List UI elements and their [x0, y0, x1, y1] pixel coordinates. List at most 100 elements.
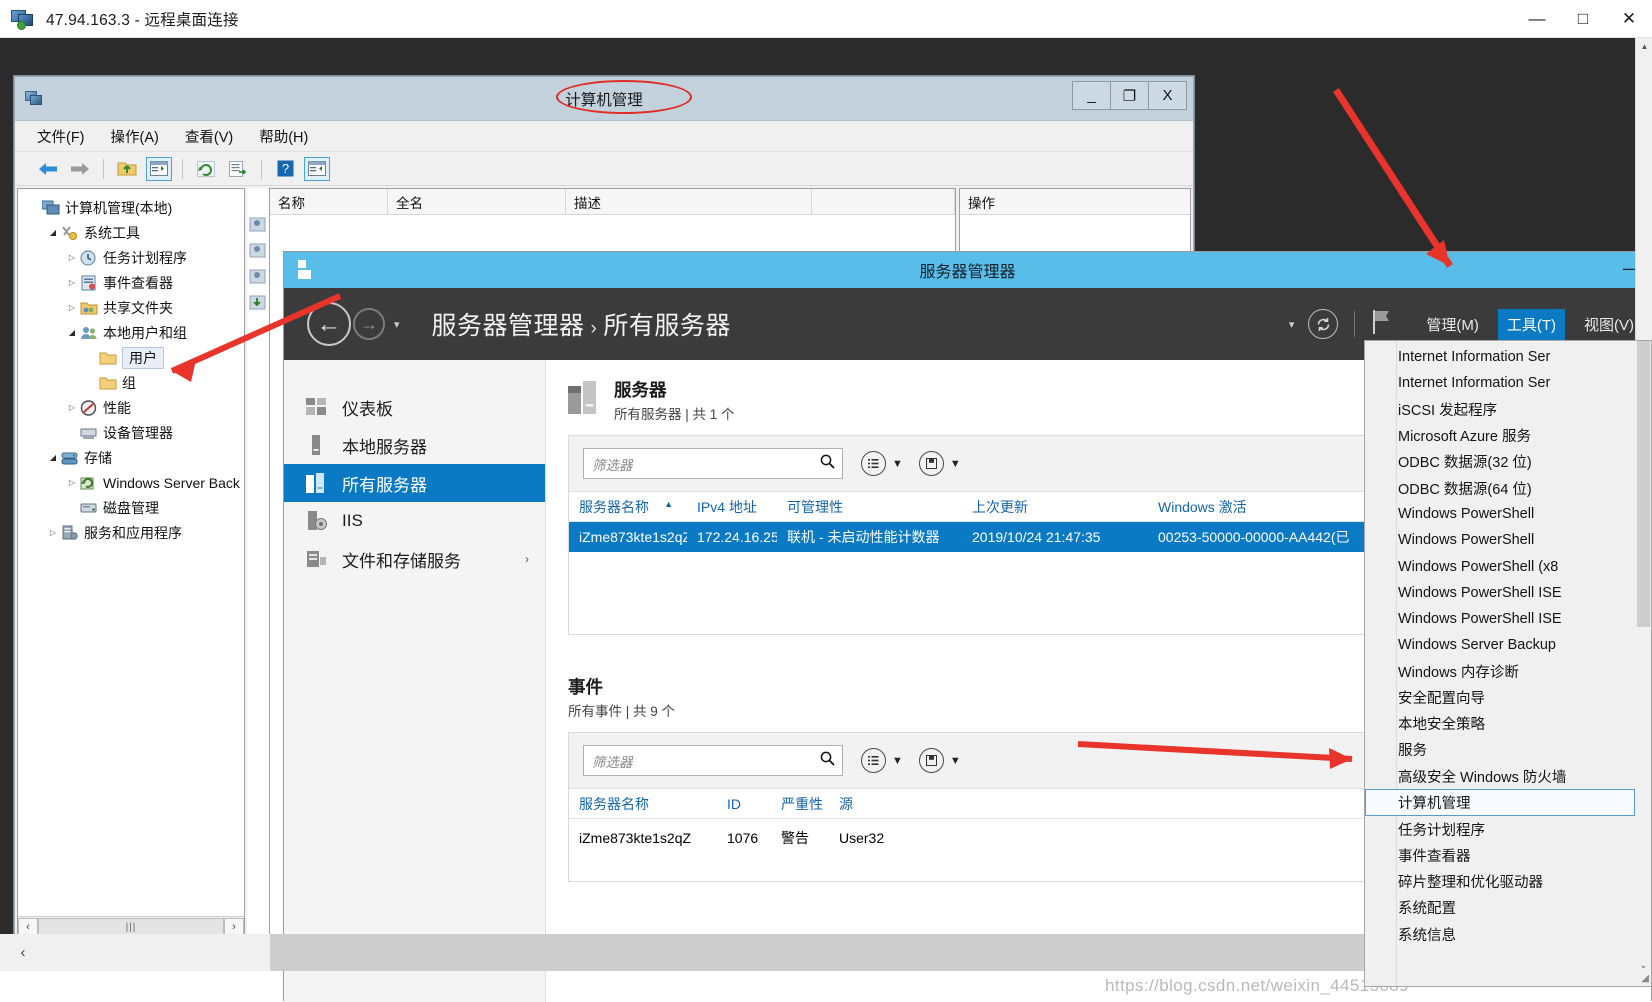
server-manager-title-bar[interactable]: 服务器管理器 —: [284, 252, 1651, 288]
show-action-pane-icon[interactable]: [304, 156, 330, 181]
events-col-id[interactable]: ID: [717, 796, 771, 812]
menu-help[interactable]: 帮助(H): [259, 126, 308, 147]
tools-menu-item-20[interactable]: 碎片整理和优化驱动器: [1365, 869, 1635, 895]
rdp-close-button[interactable]: ✕: [1606, 0, 1652, 37]
servers-col-ipv4[interactable]: IPv4 地址: [687, 497, 777, 517]
tools-menu-item-12[interactable]: Windows 内存诊断: [1365, 658, 1635, 684]
tools-menu-item-11[interactable]: Windows Server Backup: [1365, 632, 1635, 658]
tree-node-0[interactable]: 计算机管理(本地): [18, 195, 244, 220]
desktop-scroll-left-icon[interactable]: ‹: [0, 934, 46, 971]
events-filter-input[interactable]: 筛选器: [583, 745, 843, 777]
tools-menu-resize-grip[interactable]: ◢: [1641, 973, 1649, 984]
tree-node-11[interactable]: ▷ Windows Server Back: [18, 470, 244, 495]
tools-menu-item-22[interactable]: 系统信息: [1365, 921, 1635, 947]
events-col-severity[interactable]: 严重性: [771, 794, 829, 814]
rdp-maximize-button[interactable]: □: [1560, 0, 1606, 37]
twisty-expanded-icon[interactable]: ◢: [45, 228, 61, 237]
breadcrumb-root[interactable]: 服务器管理器: [432, 312, 585, 340]
menu-view[interactable]: 视图(V): [1575, 309, 1643, 340]
up-folder-icon[interactable]: [114, 157, 140, 181]
tools-menu-item-19[interactable]: 事件查看器: [1365, 842, 1635, 868]
column-description[interactable]: 描述: [566, 189, 812, 214]
tools-menu-item-0[interactable]: Internet Information Ser: [1365, 344, 1635, 370]
tools-menu-item-14[interactable]: 本地安全策略: [1365, 711, 1635, 737]
cm-minimize-button[interactable]: _: [1072, 81, 1111, 110]
desktop-scroll-track[interactable]: [46, 934, 270, 971]
nav-dropdown-caret-icon[interactable]: ▾: [394, 318, 400, 331]
list-view-icon[interactable]: [861, 748, 886, 774]
refresh-icon[interactable]: [193, 157, 219, 181]
tree-node-10[interactable]: ◢ 存储: [18, 445, 244, 470]
list-view-icon[interactable]: [861, 451, 886, 477]
notifications-caret-icon[interactable]: ▾: [1289, 318, 1295, 331]
sidebar-item-file-storage-services[interactable]: 文件和存储服务 ›: [284, 540, 545, 578]
tools-menu-item-13[interactable]: 安全配置向导: [1365, 684, 1635, 710]
desktop-scroll-up-icon[interactable]: ▲: [1636, 38, 1652, 55]
tools-menu-item-7[interactable]: Windows PowerShell: [1365, 527, 1635, 553]
tools-menu-scrollbar[interactable]: ⌄: [1636, 341, 1651, 986]
tools-menu-item-18[interactable]: 任务计划程序: [1365, 816, 1635, 842]
menu-tools[interactable]: 工具(T): [1497, 308, 1565, 340]
sidebar-item-iis[interactable]: IIS: [284, 502, 545, 540]
search-icon[interactable]: [820, 454, 835, 473]
rdp-minimize-button[interactable]: —: [1514, 0, 1560, 37]
tree-node-7[interactable]: 组: [18, 370, 244, 395]
save-query-caret-icon[interactable]: ▼: [950, 755, 961, 767]
twisty-collapsed-icon[interactable]: ▷: [64, 478, 80, 487]
twisty-expanded-icon[interactable]: ◢: [45, 453, 61, 462]
sidebar-item-all-servers[interactable]: 所有服务器: [284, 464, 545, 502]
forward-button[interactable]: →: [353, 308, 385, 340]
save-query-icon[interactable]: [918, 451, 944, 477]
tree-node-2[interactable]: ▷ 任务计划程序: [18, 245, 244, 270]
events-col-name[interactable]: 服务器名称: [569, 794, 717, 814]
menu-action[interactable]: 操作(A): [111, 126, 159, 147]
tools-menu-item-9[interactable]: Windows PowerShell ISE: [1365, 580, 1635, 606]
servers-col-manageability[interactable]: 可管理性: [777, 497, 962, 517]
tools-scroll-thumb[interactable]: [1637, 341, 1650, 627]
servers-col-name[interactable]: 服务器名称 ▲: [569, 497, 687, 517]
servers-col-last-update[interactable]: 上次更新: [962, 497, 1148, 517]
menu-manage[interactable]: 管理(M): [1417, 309, 1488, 340]
cm-close-button[interactable]: X: [1148, 81, 1187, 110]
menu-file[interactable]: 文件(F): [37, 126, 85, 147]
servers-filter-input[interactable]: 筛选器: [583, 448, 843, 480]
twisty-collapsed-icon[interactable]: ▷: [64, 403, 80, 412]
twisty-collapsed-icon[interactable]: ▷: [64, 253, 80, 262]
sidebar-item-dashboard[interactable]: 仪表板: [284, 388, 545, 426]
twisty-collapsed-icon[interactable]: ▷: [64, 278, 80, 287]
tools-menu-item-10[interactable]: Windows PowerShell ISE: [1365, 606, 1635, 632]
twisty-collapsed-icon[interactable]: ▷: [45, 528, 61, 537]
twisty-expanded-icon[interactable]: ◢: [64, 328, 80, 337]
tools-menu-item-6[interactable]: Windows PowerShell: [1365, 501, 1635, 527]
tree-node-6[interactable]: 用户: [18, 345, 244, 370]
list-view-caret-icon[interactable]: ▼: [892, 755, 903, 767]
tools-menu-item-1[interactable]: Internet Information Ser: [1365, 370, 1635, 396]
list-view-caret-icon[interactable]: ▼: [892, 458, 903, 470]
sidebar-item-local-server[interactable]: 本地服务器: [284, 426, 545, 464]
tree-node-3[interactable]: ▷ 事件查看器: [18, 270, 244, 295]
tools-menu-item-4[interactable]: ODBC 数据源(32 位): [1365, 449, 1635, 475]
tools-menu-item-16[interactable]: 高级安全 Windows 防火墙: [1365, 763, 1635, 789]
menu-view[interactable]: 查看(V): [185, 126, 233, 147]
twisty-collapsed-icon[interactable]: ▷: [64, 303, 80, 312]
tools-menu-item-5[interactable]: ODBC 数据源(64 位): [1365, 475, 1635, 501]
chevron-right-icon[interactable]: ›: [525, 552, 529, 566]
tools-menu-item-3[interactable]: Microsoft Azure 服务: [1365, 423, 1635, 449]
refresh-icon[interactable]: [1308, 309, 1339, 339]
tree-node-5[interactable]: ◢ 本地用户和组: [18, 320, 244, 345]
help-icon[interactable]: ?: [272, 157, 298, 181]
tree-node-4[interactable]: ▷ 共享文件夹: [18, 295, 244, 320]
cm-maximize-button[interactable]: ❐: [1110, 81, 1149, 110]
computer-management-title-bar[interactable]: 计算机管理 _ ❐ X: [15, 77, 1193, 121]
export-list-icon[interactable]: [225, 157, 251, 181]
tools-menu-item-17[interactable]: 计算机管理: [1365, 789, 1635, 817]
tree-node-8[interactable]: ▷ 性能: [18, 395, 244, 420]
tree-node-9[interactable]: 设备管理器: [18, 420, 244, 445]
column-fullname[interactable]: 全名: [388, 189, 566, 214]
events-col-source[interactable]: 源: [829, 794, 1430, 814]
tools-menu-item-8[interactable]: Windows PowerShell (x8: [1365, 554, 1635, 580]
column-name[interactable]: 名称: [270, 189, 388, 214]
back-button[interactable]: ←: [307, 302, 351, 346]
back-arrow-icon[interactable]: [35, 157, 61, 181]
tree-node-12[interactable]: 磁盘管理: [18, 495, 244, 520]
